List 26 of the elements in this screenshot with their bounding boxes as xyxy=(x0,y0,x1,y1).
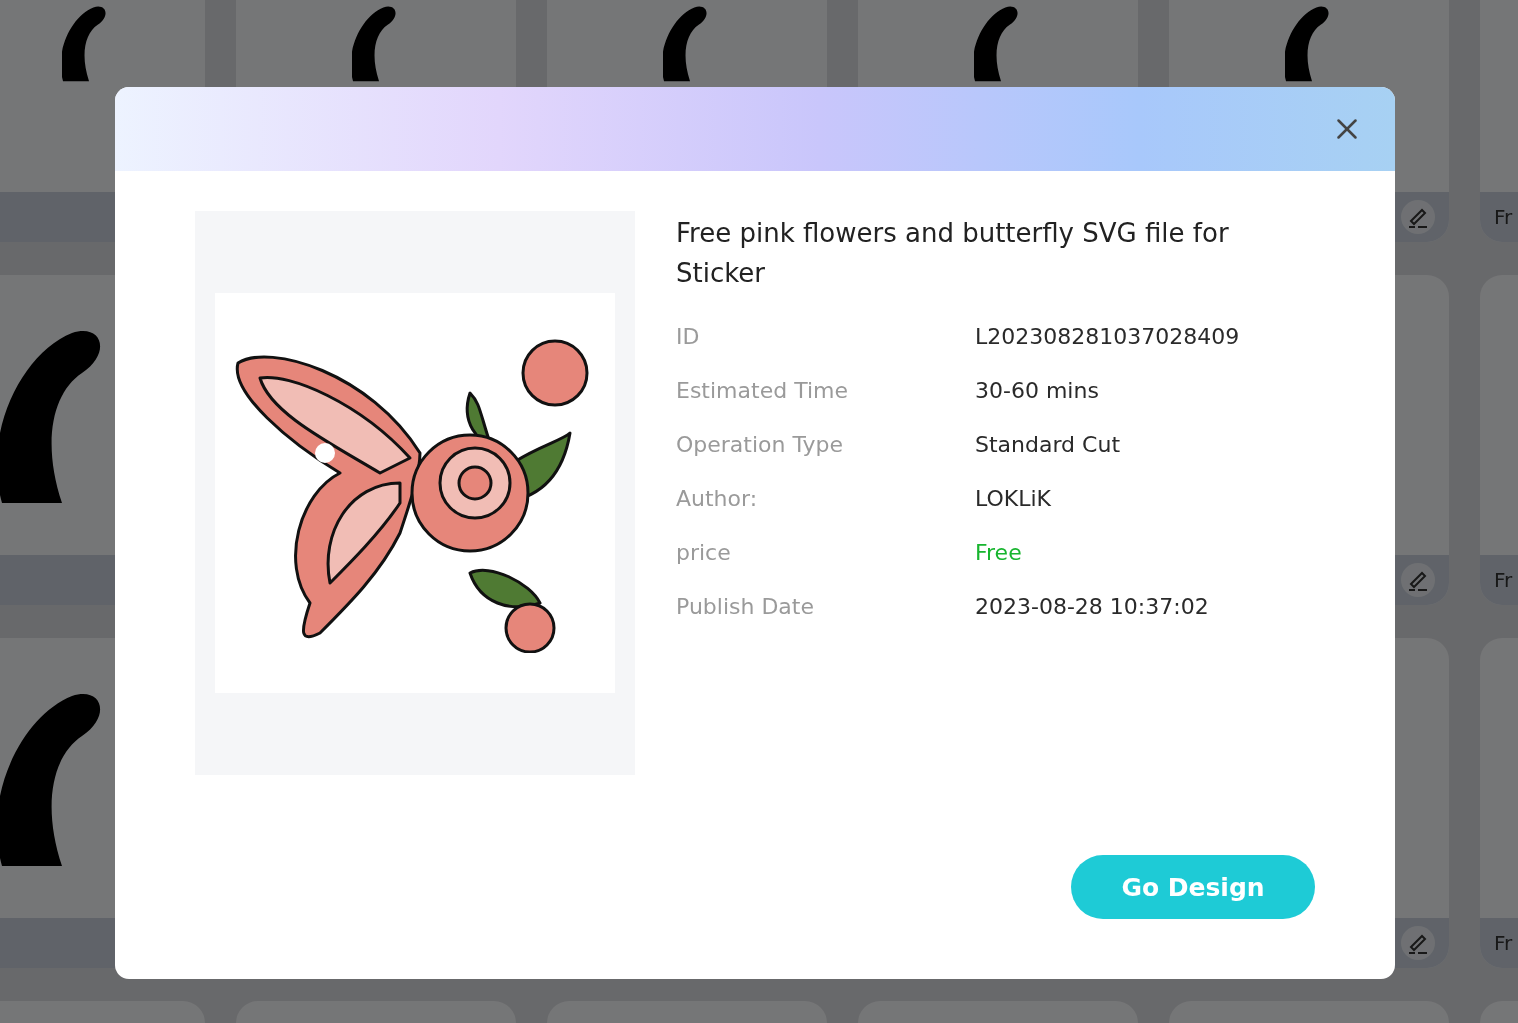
detail-value: 2023-08-28 10:37:02 xyxy=(975,593,1209,619)
detail-value: LOKLiK xyxy=(975,485,1051,511)
design-card[interactable]: Fr xyxy=(1480,0,1518,242)
price-label: Fr xyxy=(1494,205,1513,229)
detail-value: Free xyxy=(975,539,1022,565)
detail-label: ID xyxy=(676,323,700,349)
detail-value: 30-60 mins xyxy=(975,377,1099,403)
design-card[interactable]: Fr xyxy=(1480,638,1518,968)
detail-label: Publish Date xyxy=(676,593,814,619)
price-label: Fr xyxy=(1494,568,1513,592)
cut-button[interactable] xyxy=(1401,563,1435,597)
cutter-icon xyxy=(1407,569,1429,591)
cutter-icon xyxy=(1407,932,1429,954)
detail-label: Author: xyxy=(676,485,758,511)
cut-button[interactable] xyxy=(1401,200,1435,234)
detail-value: Standard Cut xyxy=(975,431,1120,457)
price-label: Fr xyxy=(1494,931,1513,955)
design-title: Free pink flowers and butterfly SVG file for Sticker xyxy=(676,217,1230,290)
cut-button[interactable] xyxy=(1401,926,1435,960)
design-card[interactable]: Fr xyxy=(1480,275,1518,605)
detail-label: price xyxy=(676,539,731,565)
detail-value: L202308281037028409 xyxy=(975,323,1240,349)
cutter-icon xyxy=(1407,206,1429,228)
detail-label: Estimated Time xyxy=(676,377,848,403)
detail-label: Operation Type xyxy=(676,431,843,457)
go-design-button[interactable]: Go Design xyxy=(1071,855,1315,919)
